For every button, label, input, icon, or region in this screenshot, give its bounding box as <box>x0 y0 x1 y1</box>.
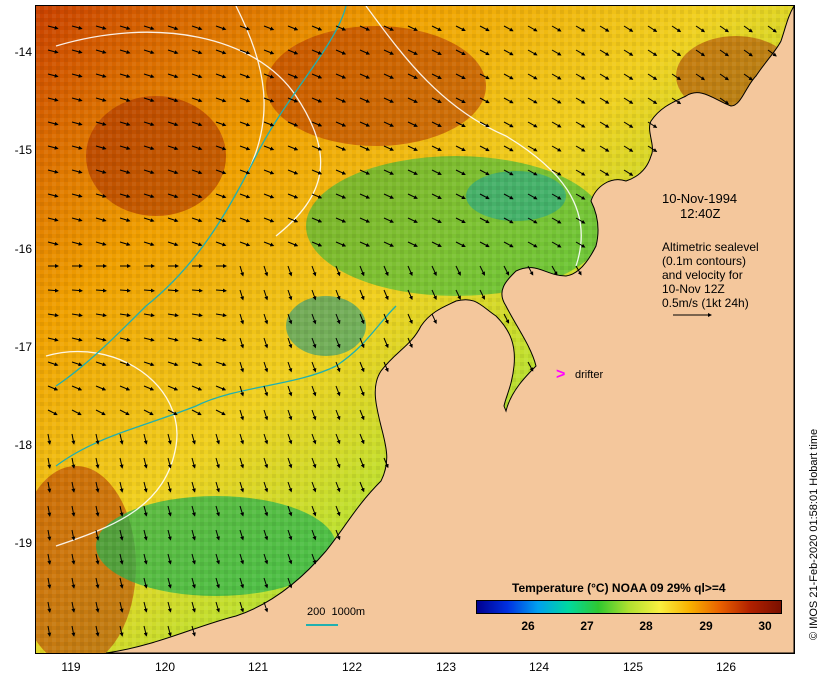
sst-map <box>35 5 795 654</box>
legend-line: (0.1m contours) <box>662 254 747 268</box>
lon-tick-label: 125 <box>622 660 644 674</box>
drifter-label: drifter <box>575 369 604 381</box>
lon-tick-label: 123 <box>435 660 457 674</box>
lat-tick-label: -19 <box>14 536 32 550</box>
lon-tick-label: 122 <box>341 660 363 674</box>
lat-tick-label: -15 <box>14 143 32 157</box>
lon-tick-label: 126 <box>715 660 737 674</box>
colorbar-tick: 26 <box>521 619 535 633</box>
scale-label: 200 1000m <box>307 606 366 618</box>
date-label: 10-Nov-1994 <box>662 191 738 206</box>
colorbar-tick: 28 <box>639 619 653 633</box>
colorbar-tick: 29 <box>699 619 713 633</box>
drifter-icon: > <box>556 366 566 383</box>
time-label: 12:40Z <box>680 206 721 221</box>
lat-tick-label: -17 <box>14 340 32 354</box>
lat-tick-label: -14 <box>14 45 32 59</box>
lon-tick-label: 124 <box>528 660 550 674</box>
lon-tick-label: 119 <box>61 660 81 674</box>
lat-tick-label: -18 <box>14 438 32 452</box>
lat-tick-label: -16 <box>14 242 32 256</box>
colorbar-title: Temperature (°C) NOAA 09 29% ql>=4 <box>512 581 726 595</box>
colorbar-tick: 30 <box>758 619 772 633</box>
lon-tick-label: 120 <box>154 660 176 674</box>
legend-line: and velocity for <box>662 268 743 282</box>
sst-map-graphic <box>36 6 794 653</box>
lon-tick-label: 121 <box>247 660 269 674</box>
credit-label: © IMOS 21-Feb-2020 01:58:01 Hobart time <box>808 428 820 640</box>
legend-line: 0.5m/s (1kt 24h) <box>662 296 749 310</box>
colorbar-tick: 27 <box>580 619 594 633</box>
legend-line: Altimetric sealevel <box>662 240 759 254</box>
colorbar <box>476 600 782 614</box>
legend-line: 10-Nov 12Z <box>662 282 725 296</box>
